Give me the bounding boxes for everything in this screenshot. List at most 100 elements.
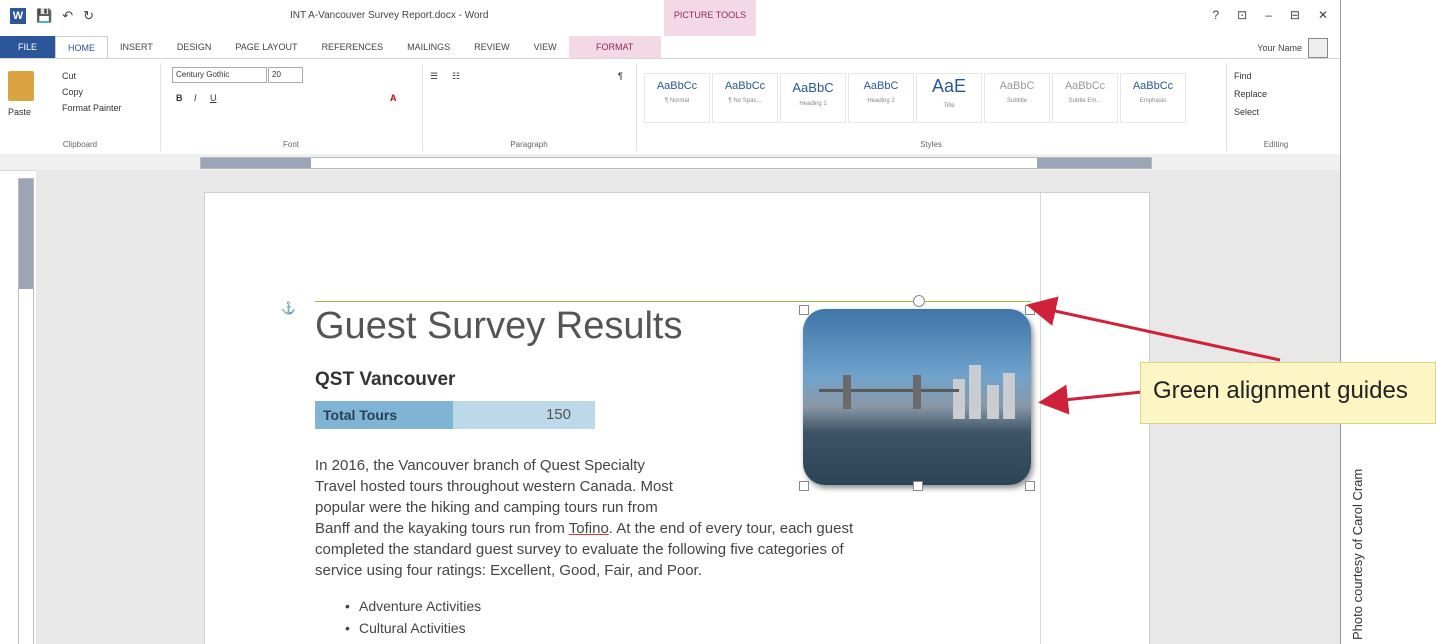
bullets-icon[interactable]: ☰: [430, 71, 438, 82]
resize-handle[interactable]: [1025, 305, 1035, 315]
cut-button[interactable]: Cut: [62, 71, 76, 81]
style-sample: AaE: [931, 76, 967, 96]
help-icon[interactable]: ?: [1212, 8, 1219, 22]
anchor-icon: ⚓: [281, 301, 296, 315]
ribbon: Paste Cut Copy Format Painter Clipboard …: [0, 58, 1340, 156]
callout-box: Green alignment guides: [1140, 362, 1436, 424]
paste-button[interactable]: Paste: [8, 107, 31, 117]
clipboard-label: Clipboard: [62, 140, 98, 149]
numbering-icon[interactable]: ☷: [452, 71, 460, 82]
horizontal-ruler[interactable]: [200, 157, 1152, 169]
style-sample: AaBbC: [792, 80, 834, 95]
paragraph-label: Paragraph: [510, 140, 548, 149]
redo-icon[interactable]: ↻: [83, 8, 94, 24]
misspelled-word[interactable]: Tofino: [569, 520, 609, 537]
window-controls: ? ⊡ – ⊟ ✕: [1212, 8, 1328, 22]
line-text: . At the end of every tour, each guest: [608, 520, 854, 537]
tab-home[interactable]: HOME: [55, 35, 109, 59]
tab-format[interactable]: FORMAT: [568, 36, 661, 58]
paragraph-line: Banff and the kayaking tours run from To…: [315, 518, 1015, 539]
style-name: Subtle Em...: [1068, 98, 1102, 104]
close-button[interactable]: ✕: [1318, 8, 1328, 22]
style-normal[interactable]: AaBbCc ¶ Normal: [644, 73, 710, 123]
ribbon-display-icon[interactable]: ⊡: [1237, 8, 1247, 22]
building-shape: [987, 385, 999, 419]
ruler-left-margin: [201, 158, 311, 168]
style-no-spacing[interactable]: AaBbCc ¶ No Spac...: [712, 73, 778, 123]
style-heading-1[interactable]: AaBbC Heading 1: [780, 73, 846, 123]
style-sample: AaBbC: [999, 80, 1035, 92]
rotate-handle[interactable]: [913, 295, 925, 307]
styles-group: AaBbCc ¶ Normal AaBbCc ¶ No Spac... AaBbC H…: [636, 63, 1227, 151]
styles-label: Styles: [920, 140, 942, 149]
font-label: Font: [282, 140, 299, 149]
style-sample: AaBbCc: [656, 80, 698, 92]
word-window: W 💾 ↶ ↻ INT A-Vancouver Survey Report.do…: [0, 0, 1341, 644]
ribbon-tabs: FILE HOME INSERT DESIGN PAGE LAYOUT REFE…: [0, 35, 1340, 59]
bridge-shape: [819, 389, 959, 404]
horizontal-ruler-row: [0, 154, 1340, 171]
photo-credit: Photo courtesy of Carol Cram: [1350, 468, 1365, 640]
tab-view[interactable]: VIEW: [522, 36, 569, 58]
picture-tools-group: PICTURE TOOLS: [664, 0, 756, 36]
style-heading-2[interactable]: AaBbC Heading 2: [848, 73, 914, 123]
show-marks-icon[interactable]: ¶: [618, 71, 623, 81]
tab-design[interactable]: DESIGN: [165, 36, 224, 58]
resize-handle[interactable]: [799, 481, 809, 491]
style-emphasis[interactable]: AaBbCc Emphasis: [1120, 73, 1186, 123]
save-icon[interactable]: 💾: [36, 8, 52, 24]
italic-button[interactable]: I: [194, 93, 197, 103]
resize-handle[interactable]: [799, 305, 809, 315]
copy-button[interactable]: Copy: [62, 87, 83, 97]
total-tours-label: Total Tours: [323, 407, 398, 423]
selected-picture[interactable]: [799, 295, 1035, 491]
list-item-text: Adventure Activities: [359, 598, 482, 614]
style-sample: AaBbC: [863, 80, 899, 92]
list-item: • Cultural Activities: [345, 617, 481, 639]
page-title: Guest Survey Results: [315, 305, 683, 347]
paragraph-line: service using four ratings: Excellent, G…: [315, 562, 702, 579]
tab-file[interactable]: FILE: [0, 36, 56, 58]
paste-icon[interactable]: [8, 71, 34, 101]
document-page[interactable]: ⚓ Guest Survey Results QST Vancouver Tot…: [204, 192, 1150, 644]
font-size-select[interactable]: 20: [268, 67, 303, 83]
bridge-tower-shape: [913, 375, 921, 409]
resize-handle[interactable]: [913, 481, 923, 491]
font-color-icon[interactable]: A: [390, 93, 397, 103]
bold-button[interactable]: B: [176, 93, 183, 103]
format-painter-button[interactable]: Format Painter: [62, 103, 122, 113]
font-family-select[interactable]: Century Gothic: [172, 67, 267, 83]
building-shape: [969, 365, 981, 419]
style-name: ¶ No Spac...: [728, 98, 762, 104]
tab-insert[interactable]: INSERT: [108, 36, 165, 58]
style-subtle-emphasis[interactable]: AaBbCc Subtle Em...: [1052, 73, 1118, 123]
style-sample: AaBbCc: [1132, 80, 1174, 92]
paragraph-line: completed the standard guest survey to e…: [315, 541, 844, 558]
tab-page-layout[interactable]: PAGE LAYOUT: [223, 36, 309, 58]
style-name: ¶ Normal: [664, 98, 690, 104]
underline-button[interactable]: U: [210, 93, 217, 103]
select-button[interactable]: Select: [1234, 107, 1259, 117]
title-bar: W 💾 ↶ ↻ INT A-Vancouver Survey Report.do…: [0, 0, 1340, 36]
style-name: Subtitle: [1006, 98, 1027, 104]
tab-review[interactable]: REVIEW: [462, 36, 522, 58]
style-subtitle[interactable]: AaBbC Subtitle: [984, 73, 1050, 123]
user-name: Your Name: [1257, 43, 1302, 53]
tab-references[interactable]: REFERENCES: [310, 36, 396, 58]
undo-icon[interactable]: ↶: [62, 8, 73, 24]
subheading: QST Vancouver: [315, 369, 456, 390]
user-account[interactable]: Your Name: [1257, 38, 1328, 58]
resize-handle[interactable]: [1025, 481, 1035, 491]
find-button[interactable]: Find: [1234, 71, 1252, 81]
right-margin-line: [1040, 193, 1041, 644]
minimize-button[interactable]: –: [1265, 8, 1272, 22]
replace-button[interactable]: Replace: [1234, 89, 1267, 99]
restore-button[interactable]: ⊟: [1290, 8, 1300, 22]
document-title: INT A-Vancouver Survey Report.docx - Wor…: [290, 10, 489, 21]
paragraph-group: ☰ ☷ ¶ Paragraph: [422, 63, 637, 151]
picture-tools-label: PICTURE TOOLS: [673, 10, 747, 20]
vertical-ruler[interactable]: [18, 178, 34, 644]
tab-mailings[interactable]: MAILINGS: [395, 36, 462, 58]
clipboard-group: Paste Cut Copy Format Painter Clipboard: [0, 63, 161, 151]
style-title[interactable]: AaE Title: [916, 73, 982, 123]
